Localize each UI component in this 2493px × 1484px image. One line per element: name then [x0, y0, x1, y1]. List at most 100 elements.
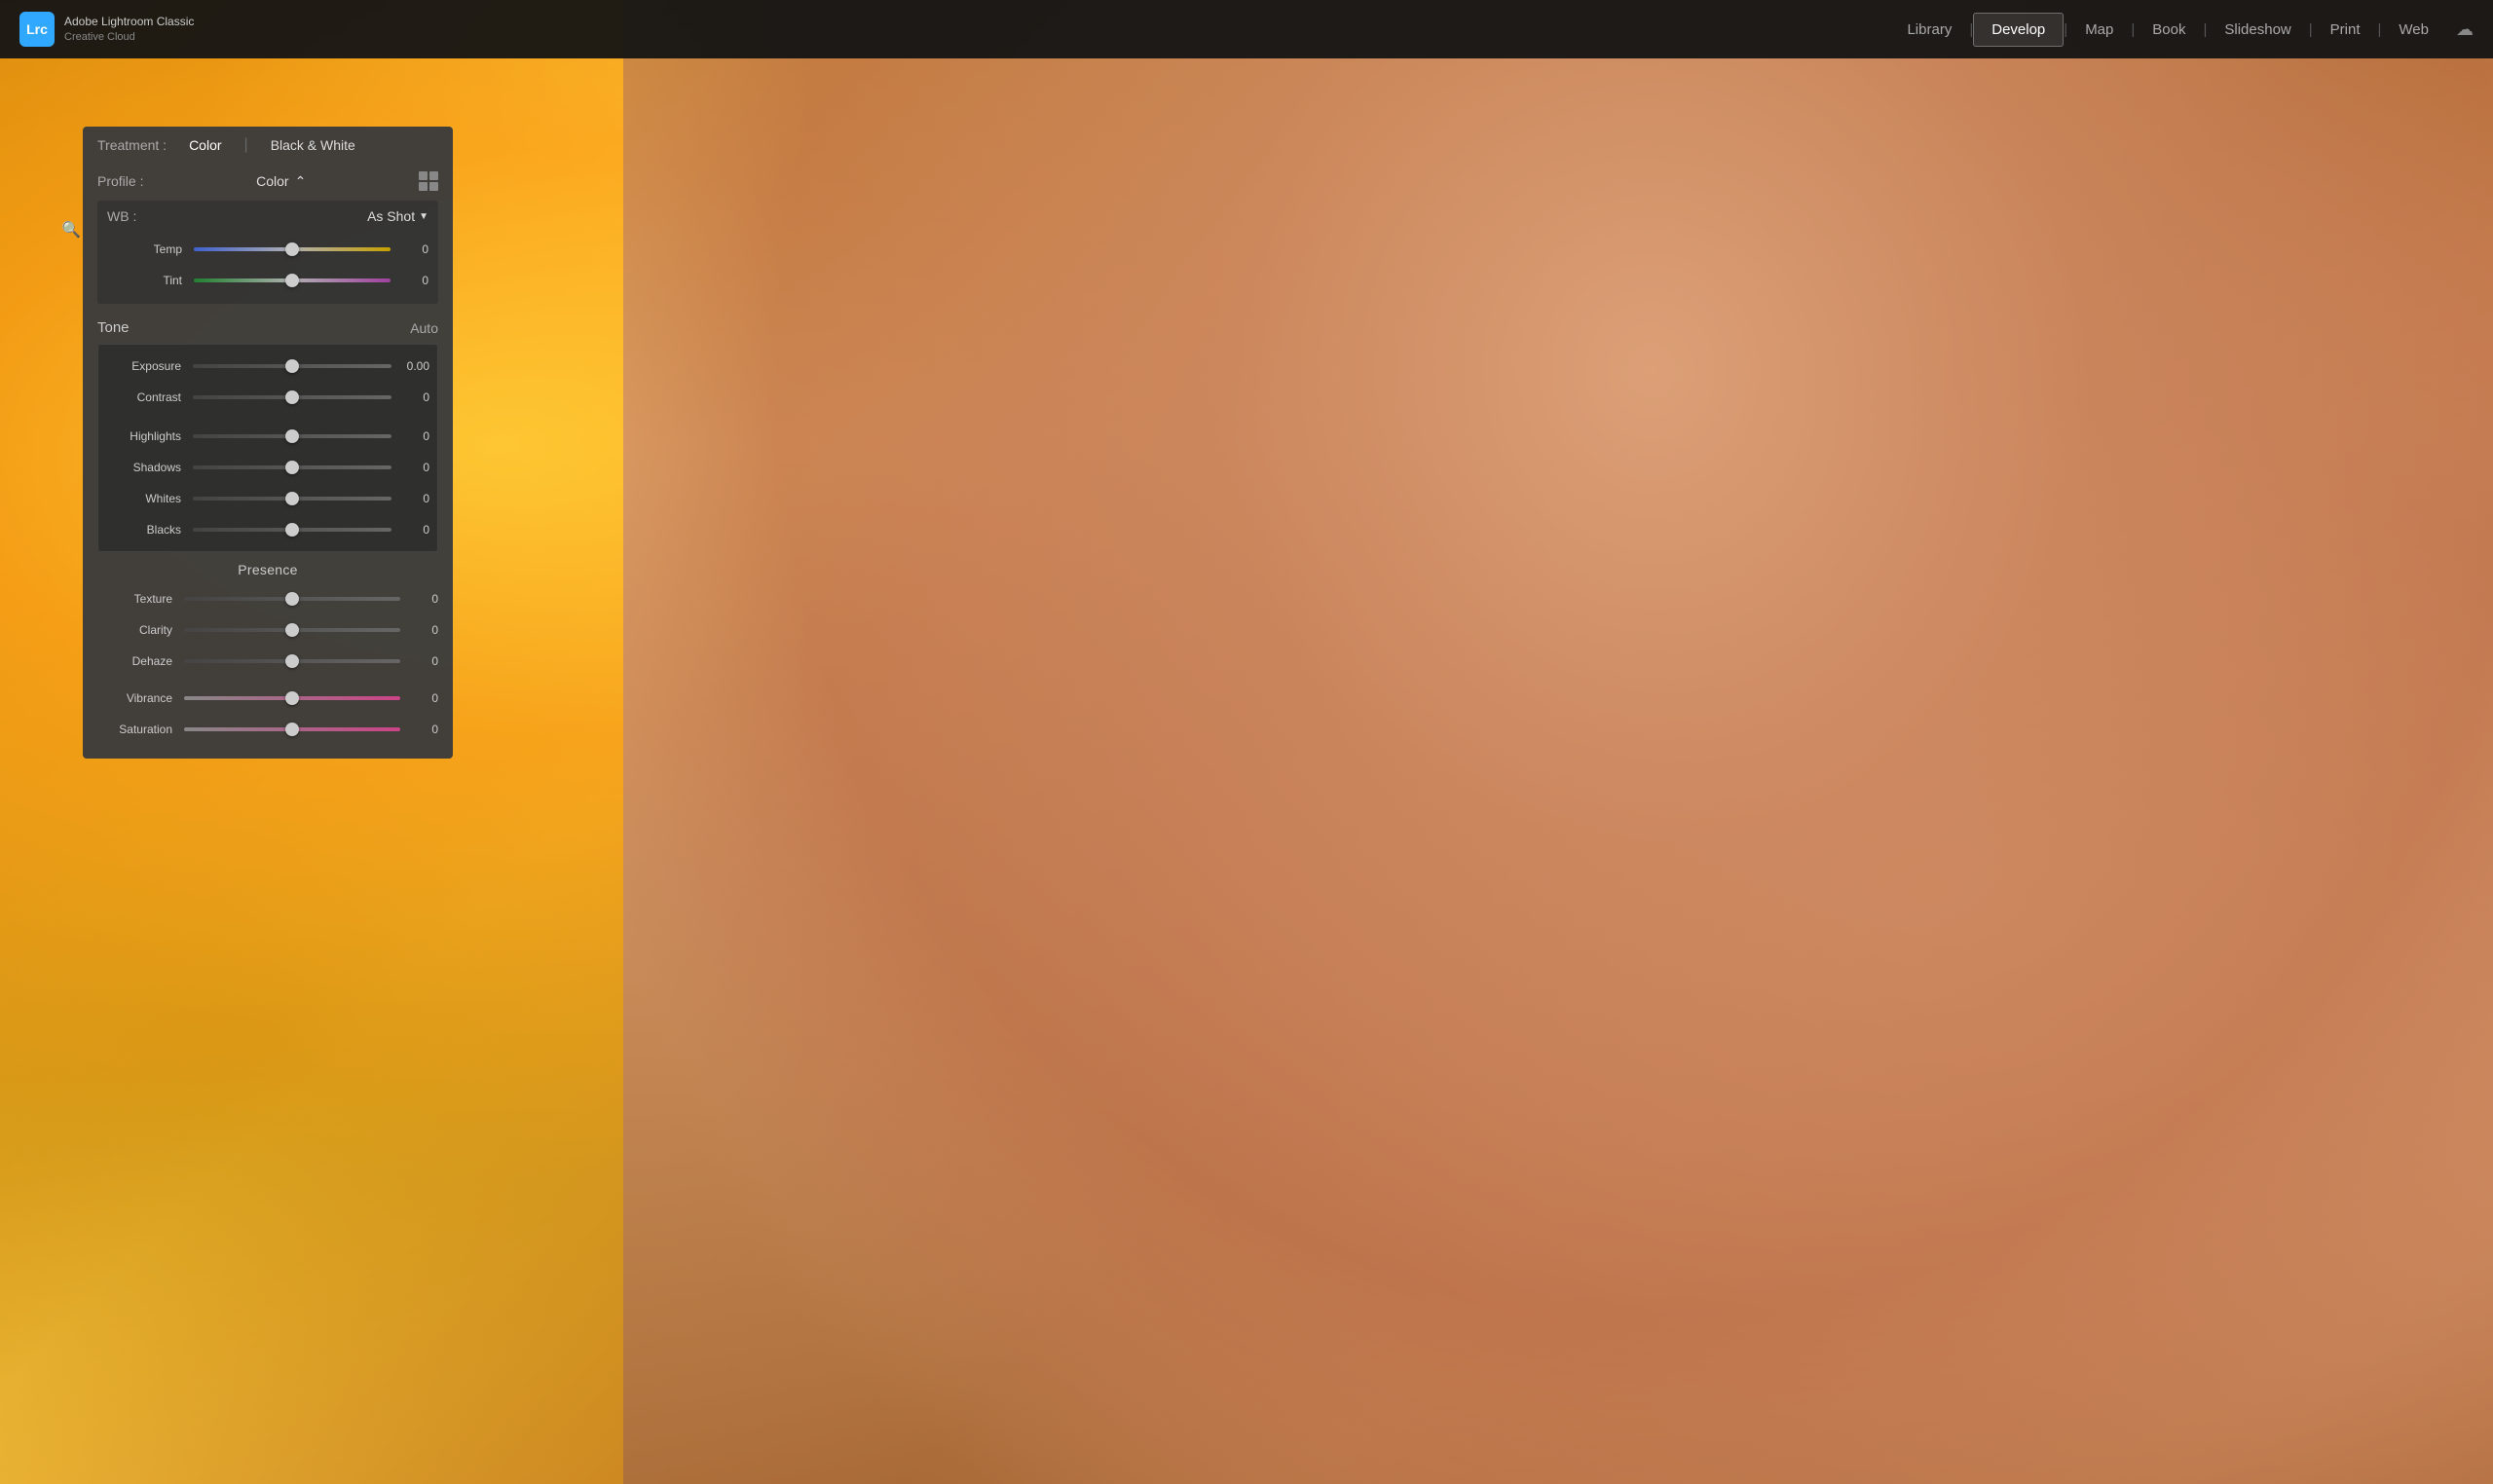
- vibrance-value[interactable]: 0: [404, 691, 438, 705]
- clarity-thumb[interactable]: [285, 623, 299, 637]
- tint-value[interactable]: 0: [394, 274, 428, 287]
- whites-thumb[interactable]: [285, 492, 299, 505]
- wb-eyedropper-icon[interactable]: 🔍: [61, 220, 81, 240]
- exposure-track[interactable]: [193, 364, 391, 368]
- tone-label: Tone: [97, 319, 130, 336]
- whites-label: Whites: [106, 492, 189, 505]
- profile-label: Profile :: [97, 173, 143, 189]
- exposure-slider-row: Exposure 0.00: [106, 351, 429, 382]
- nav-book[interactable]: Book: [2135, 14, 2203, 46]
- clarity-value[interactable]: 0: [404, 623, 438, 637]
- temp-track[interactable]: [194, 247, 391, 251]
- dehaze-track[interactable]: [184, 659, 400, 663]
- whites-slider-row: Whites 0: [106, 483, 429, 514]
- tint-slider-row: Tint 0: [107, 265, 428, 296]
- treatment-label: Treatment :: [97, 137, 167, 153]
- dehaze-value[interactable]: 0: [404, 654, 438, 668]
- nav-slideshow[interactable]: Slideshow: [2207, 14, 2308, 46]
- nav-items: Library | Develop | Map | Book | Slidesh…: [1889, 13, 2474, 47]
- logo-area: Lrc Adobe Lightroom Classic Creative Clo…: [19, 12, 194, 47]
- tone-auto-btn[interactable]: Auto: [410, 320, 438, 336]
- dehaze-slider-row: Dehaze 0: [97, 646, 438, 677]
- vibrance-slider-row: Vibrance 0: [97, 683, 438, 714]
- cloud-sync-icon[interactable]: ☁: [2456, 19, 2474, 40]
- shadows-value[interactable]: 0: [395, 461, 429, 474]
- develop-panel: Treatment : Color | Black & White Profil…: [83, 127, 453, 759]
- wb-preset-arrow: ▼: [419, 211, 428, 222]
- presence-label: Presence: [97, 562, 438, 577]
- shadows-track[interactable]: [193, 465, 391, 469]
- treatment-bw-btn[interactable]: Black & White: [263, 134, 363, 156]
- temp-thumb[interactable]: [285, 242, 299, 256]
- dehaze-label: Dehaze: [97, 654, 180, 668]
- tone-spacer: [106, 413, 429, 421]
- shadows-label: Shadows: [106, 461, 189, 474]
- wb-header: WB : As Shot ▼: [107, 208, 428, 224]
- vibrance-thumb[interactable]: [285, 691, 299, 705]
- blacks-thumb[interactable]: [285, 523, 299, 537]
- logo-line2: Creative Cloud: [64, 30, 194, 44]
- highlights-slider-row: Highlights 0: [106, 421, 429, 452]
- highlights-thumb[interactable]: [285, 429, 299, 443]
- saturation-track[interactable]: [184, 727, 400, 731]
- highlights-label: Highlights: [106, 429, 189, 443]
- contrast-thumb[interactable]: [285, 390, 299, 404]
- nav-map[interactable]: Map: [2067, 14, 2131, 46]
- blacks-label: Blacks: [106, 523, 189, 537]
- contrast-track[interactable]: [193, 395, 391, 399]
- whites-value[interactable]: 0: [395, 492, 429, 505]
- clarity-track[interactable]: [184, 628, 400, 632]
- profile-value: Color: [256, 173, 288, 189]
- saturation-value[interactable]: 0: [404, 723, 438, 736]
- exposure-label: Exposure: [106, 359, 189, 373]
- clarity-slider-row: Clarity 0: [97, 614, 438, 646]
- saturation-slider-row: Saturation 0: [97, 714, 438, 745]
- nav-web[interactable]: Web: [2381, 14, 2446, 46]
- contrast-slider-row: Contrast 0: [106, 382, 429, 413]
- saturation-thumb[interactable]: [285, 723, 299, 736]
- tone-sliders-box: Exposure 0.00 Contrast 0 Highlights 0 Sh: [97, 344, 438, 552]
- topbar: Lrc Adobe Lightroom Classic Creative Clo…: [0, 0, 2493, 58]
- contrast-value[interactable]: 0: [395, 390, 429, 404]
- texture-thumb[interactable]: [285, 592, 299, 606]
- shadows-slider-row: Shadows 0: [106, 452, 429, 483]
- logo-line1: Adobe Lightroom Classic: [64, 15, 194, 30]
- vibrance-label: Vibrance: [97, 691, 180, 705]
- texture-label: Texture: [97, 592, 180, 606]
- app-logo-icon: Lrc: [19, 12, 55, 47]
- wb-section: WB : As Shot ▼ Temp 0 Tint 0: [97, 201, 438, 304]
- nav-library[interactable]: Library: [1889, 14, 1969, 46]
- blacks-value[interactable]: 0: [395, 523, 429, 537]
- nav-develop[interactable]: Develop: [1973, 13, 2064, 47]
- shadows-thumb[interactable]: [285, 461, 299, 474]
- temp-slider-row: Temp 0: [107, 234, 428, 265]
- whites-track[interactable]: [193, 497, 391, 501]
- blacks-slider-row: Blacks 0: [106, 514, 429, 545]
- tint-thumb[interactable]: [285, 274, 299, 287]
- highlights-value[interactable]: 0: [395, 429, 429, 443]
- profile-grid-icon[interactable]: [419, 171, 438, 191]
- exposure-value[interactable]: 0.00: [395, 359, 429, 373]
- tint-track[interactable]: [194, 278, 391, 282]
- tone-header-row: Tone Auto: [83, 314, 453, 340]
- treatment-row: Treatment : Color | Black & White: [83, 127, 453, 164]
- contrast-label: Contrast: [106, 390, 189, 404]
- temp-value[interactable]: 0: [394, 242, 428, 256]
- vibrance-track[interactable]: [184, 696, 400, 700]
- exposure-thumb[interactable]: [285, 359, 299, 373]
- texture-value[interactable]: 0: [404, 592, 438, 606]
- dehaze-thumb[interactable]: [285, 654, 299, 668]
- wb-preset-select[interactable]: As Shot ▼: [367, 208, 428, 224]
- profile-select[interactable]: Color ⌃: [256, 173, 306, 190]
- logo-text: Adobe Lightroom Classic Creative Cloud: [64, 15, 194, 44]
- texture-track[interactable]: [184, 597, 400, 601]
- nav-print[interactable]: Print: [2313, 14, 2378, 46]
- wb-section-wrap: 🔍 WB : As Shot ▼ Temp 0 Tint: [83, 201, 453, 304]
- temp-label: Temp: [107, 242, 190, 256]
- highlights-track[interactable]: [193, 434, 391, 438]
- blacks-track[interactable]: [193, 528, 391, 532]
- saturation-label: Saturation: [97, 723, 180, 736]
- treatment-color-btn[interactable]: Color: [181, 134, 229, 156]
- wb-label: WB :: [107, 208, 136, 224]
- face-photo-overlay: [623, 0, 2493, 1484]
